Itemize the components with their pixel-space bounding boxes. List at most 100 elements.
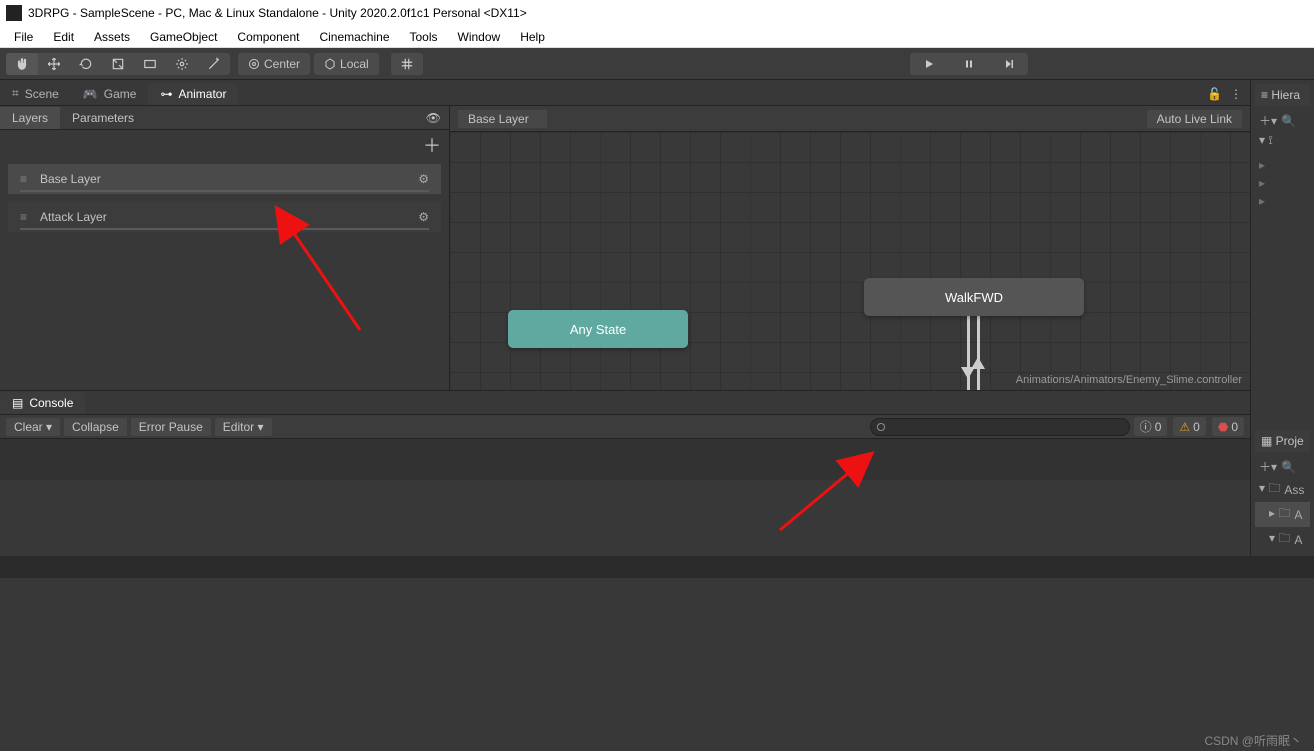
move-tool[interactable] — [38, 53, 70, 75]
animator-breadcrumb: Base Layer Auto Live Link — [450, 106, 1250, 132]
console-collapse-button[interactable]: Collapse — [64, 418, 127, 436]
console-panel: ▤ Console Clear ▾ Collapse Error Pause E… — [0, 390, 1250, 480]
transform-tool[interactable] — [166, 53, 198, 75]
pivot-center-label: Center — [264, 57, 300, 71]
console-search[interactable] — [870, 418, 1130, 436]
console-icon: ▤ — [12, 396, 23, 410]
menu-bar: File Edit Assets GameObject Component Ci… — [0, 26, 1314, 48]
play-button[interactable] — [910, 53, 948, 75]
hierarchy-collapsed-3[interactable]: ▸ — [1255, 192, 1310, 210]
scene-icon: ⌗ — [12, 86, 19, 101]
layer-attack[interactable]: ≡ Attack Layer ⚙ — [8, 202, 441, 232]
menu-cinemachine[interactable]: Cinemachine — [311, 28, 397, 46]
tab-hierarchy[interactable]: ≡ Hiera — [1255, 84, 1310, 106]
menu-file[interactable]: File — [6, 28, 41, 46]
transform-tools — [6, 53, 230, 75]
menu-help[interactable]: Help — [512, 28, 553, 46]
hierarchy-collapsed-2[interactable]: ▸ — [1255, 174, 1310, 192]
hierarchy-collapsed-1[interactable]: ▸ — [1255, 156, 1310, 174]
info-count[interactable]: ⓘ0 — [1134, 417, 1168, 436]
tab-animator-label: Animator — [178, 87, 226, 101]
info-icon: ⓘ — [1140, 418, 1152, 435]
tab-console-label: Console — [29, 396, 73, 410]
pause-button[interactable] — [950, 53, 988, 75]
hand-tool[interactable] — [6, 53, 38, 75]
tab-project[interactable]: ▦ Proje — [1255, 430, 1310, 452]
breadcrumb-base-layer[interactable]: Base Layer — [458, 110, 547, 128]
main-toolbar: Center Local — [0, 48, 1314, 80]
tab-game[interactable]: 🎮 Game — [71, 83, 149, 105]
animator-icon: ⊶ — [160, 87, 172, 101]
console-clear-button[interactable]: Clear ▾ — [6, 418, 60, 436]
project-add-button[interactable]: ＋▾ 🔍 — [1255, 456, 1310, 477]
tab-menu-icon[interactable]: ⋮ — [1230, 87, 1242, 101]
lock-icon[interactable]: 🔓 — [1207, 87, 1222, 101]
tab-console[interactable]: ▤ Console — [0, 392, 85, 414]
visibility-eye-icon[interactable]: 👁 — [418, 107, 449, 129]
hierarchy-panel: ≡ Hiera ＋▾ 🔍 ▾ ⟟ ▸ ▸ ▸ ▦ Proje ＋▾ 🔍 ▾ 🗀 … — [1250, 80, 1314, 556]
console-toolbar: Clear ▾ Collapse Error Pause Editor ▾ ⓘ0… — [0, 415, 1250, 439]
menu-tools[interactable]: Tools — [402, 28, 446, 46]
console-body — [0, 439, 1250, 480]
transition-idle-walk[interactable] — [977, 316, 980, 390]
hierarchy-add-button[interactable]: ＋▾ 🔍 — [1255, 110, 1310, 131]
tab-scene-label: Scene — [25, 87, 59, 101]
drag-handle-icon[interactable]: ≡ — [20, 172, 32, 186]
animator-layers-panel: Layers Parameters 👁 ＋ ≡ Base Layer ⚙ ≡ A… — [0, 106, 450, 390]
error-icon: ⬣ — [1218, 420, 1228, 434]
play-controls — [910, 53, 1028, 75]
error-count[interactable]: ⬣0 — [1212, 417, 1244, 436]
menu-window[interactable]: Window — [450, 28, 509, 46]
layer-base[interactable]: ≡ Base Layer ⚙ — [8, 164, 441, 194]
watermark: CSDN @听雨眠丶 — [1204, 732, 1302, 749]
gear-icon[interactable]: ⚙ — [418, 210, 429, 224]
console-search-input[interactable] — [870, 418, 1130, 436]
node-any-state[interactable]: Any State — [508, 310, 688, 348]
menu-gameobject[interactable]: GameObject — [142, 28, 225, 46]
warn-count[interactable]: ⚠0 — [1173, 417, 1205, 436]
window-title: 3DRPG - SampleScene - PC, Mac & Linux St… — [28, 6, 527, 20]
node-any-state-label: Any State — [570, 322, 626, 337]
scale-tool[interactable] — [102, 53, 134, 75]
gear-icon[interactable]: ⚙ — [418, 172, 429, 186]
tab-animator[interactable]: ⊶ Animator — [148, 83, 238, 105]
auto-live-link-button[interactable]: Auto Live Link — [1147, 110, 1242, 128]
animator-graph-canvas[interactable]: Any State Entry IdleNormal WalkFWD Anima… — [450, 132, 1250, 390]
asset-path-label: Animations/Animators/Enemy_Slime.control… — [1016, 374, 1242, 386]
pivot-local-label: Local — [340, 57, 369, 71]
title-bar: 3DRPG - SampleScene - PC, Mac & Linux St… — [0, 0, 1314, 26]
rect-tool[interactable] — [134, 53, 166, 75]
arrowhead-icon — [971, 357, 985, 369]
console-error-pause-button[interactable]: Error Pause — [131, 418, 211, 436]
menu-assets[interactable]: Assets — [86, 28, 138, 46]
custom-tool[interactable] — [198, 53, 230, 75]
editor-tabs: ⌗ Scene 🎮 Game ⊶ Animator 🔓 ⋮ — [0, 80, 1250, 106]
layer-base-label: Base Layer — [40, 172, 101, 186]
node-walk-label: WalkFWD — [945, 290, 1003, 305]
project-sub-a2[interactable]: ▾ 🗀 A — [1255, 527, 1310, 552]
rotate-tool[interactable] — [70, 53, 102, 75]
status-bar — [0, 556, 1314, 578]
tab-scene[interactable]: ⌗ Scene — [0, 82, 71, 105]
warn-icon: ⚠ — [1179, 420, 1190, 434]
menu-component[interactable]: Component — [229, 28, 307, 46]
pivot-local-toggle[interactable]: Local — [314, 53, 379, 75]
layer-attack-label: Attack Layer — [40, 210, 107, 224]
subtab-parameters[interactable]: Parameters — [60, 107, 146, 129]
menu-edit[interactable]: Edit — [45, 28, 82, 46]
subtab-layers[interactable]: Layers — [0, 107, 60, 129]
unity-logo-icon — [6, 5, 22, 21]
hierarchy-scene-row[interactable]: ▾ ⟟ — [1255, 131, 1310, 150]
project-sub-a1[interactable]: ▸ 🗀 A — [1255, 502, 1310, 527]
drag-handle-icon[interactable]: ≡ — [20, 210, 32, 224]
node-walk-fwd[interactable]: WalkFWD — [864, 278, 1084, 316]
main-area: Layers Parameters 👁 ＋ ≡ Base Layer ⚙ ≡ A… — [0, 106, 1250, 390]
grid-snap-button[interactable] — [391, 53, 423, 75]
pivot-center-toggle[interactable]: Center — [238, 53, 310, 75]
step-button[interactable] — [990, 53, 1028, 75]
project-assets-row[interactable]: ▾ 🗀 Ass — [1255, 477, 1310, 502]
add-layer-button[interactable]: ＋ — [423, 132, 441, 158]
console-editor-dropdown[interactable]: Editor ▾ — [215, 418, 272, 436]
tab-game-label: Game — [104, 87, 137, 101]
animator-graph-panel: Base Layer Auto Live Link Any State — [450, 106, 1250, 390]
